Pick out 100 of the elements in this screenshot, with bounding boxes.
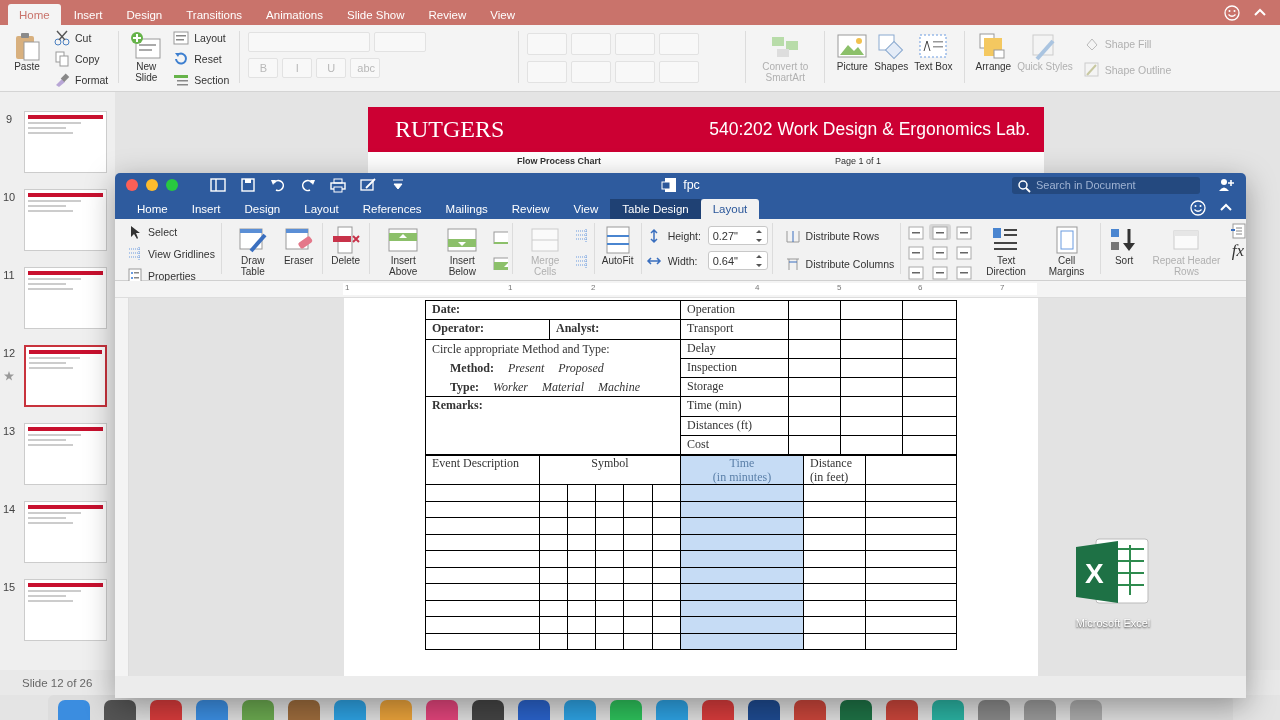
close-button[interactable] — [126, 179, 138, 191]
form-label: Type: — [450, 378, 480, 396]
ruler-number: 2 — [591, 283, 596, 292]
slide-thumbnail[interactable] — [24, 345, 107, 407]
sort-button[interactable]: Sort — [1105, 223, 1144, 268]
align-icon — [932, 246, 949, 260]
slide-tool-button[interactable]: Section — [171, 71, 232, 89]
summary-label: Storage — [687, 379, 724, 394]
ruler-number: 1 — [345, 283, 350, 292]
eraser-button[interactable]: Eraser — [279, 223, 318, 268]
insert-row-icon — [446, 225, 479, 255]
print-icon — [330, 177, 346, 193]
ribbon-tab[interactable]: References — [350, 199, 434, 219]
ribbon-tab[interactable]: Review — [499, 199, 562, 219]
split-icon — [573, 228, 590, 244]
status-text: Slide 12 of 26 — [22, 676, 93, 689]
ribbon-tab[interactable]: View — [561, 199, 611, 219]
type-option: Material — [542, 378, 584, 396]
align-icon — [956, 246, 973, 260]
method-option: Proposed — [558, 359, 604, 377]
draw-button[interactable]: Draw Table — [225, 223, 280, 279]
align-button[interactable] — [929, 224, 952, 240]
zoom-button[interactable] — [166, 179, 178, 191]
new-slide-button[interactable]: New Slide — [127, 29, 166, 85]
undo-icon — [270, 177, 286, 193]
column-header: Time (in minutes) — [712, 456, 772, 485]
ruler-number: 4 — [755, 283, 760, 292]
draw-table-icon — [236, 225, 269, 255]
convert-icon — [1229, 223, 1246, 239]
form-label: Remarks: — [432, 398, 483, 413]
form-label: Operator: — [432, 321, 484, 336]
section-icon — [173, 72, 190, 88]
rows-icon — [784, 228, 801, 244]
columns-icon — [784, 256, 801, 272]
pen-icon — [1083, 62, 1100, 78]
textbox-button[interactable]: Text Box — [911, 29, 956, 74]
slide-number: 9 — [5, 113, 13, 125]
summary-label: Time (min) — [687, 398, 742, 413]
edit-icon — [360, 177, 376, 193]
ribbon-tab[interactable]: Design — [232, 199, 293, 219]
slide-tool-button[interactable]: Reset — [171, 50, 232, 68]
slide-tool-button[interactable]: Layout — [171, 29, 232, 47]
align-icon — [908, 246, 925, 260]
layout-icon — [173, 30, 190, 46]
slide-number: 14 — [2, 503, 16, 515]
table-option-button[interactable]: View Gridlines — [125, 245, 217, 263]
margins-button[interactable]: Cell Margins — [1036, 223, 1097, 279]
paste-button[interactable]: Paste — [8, 29, 46, 74]
summary-label: Distances (ft) — [687, 417, 752, 432]
ribbon-tab[interactable]: Insert — [179, 199, 233, 219]
delete-button[interactable]: Delete — [326, 223, 365, 268]
insert-column-icon — [491, 254, 508, 270]
formula-button[interactable]: fx — [1229, 241, 1246, 261]
distribute-button[interactable]: Distribute Columns — [782, 255, 897, 273]
width-label: Width: — [667, 254, 699, 267]
picture-button[interactable]: Picture — [833, 29, 872, 74]
ribbon-tab[interactable]: Home — [125, 199, 180, 219]
instruction-text: Circle appropriate Method and Type: — [432, 340, 611, 358]
insert-above-button[interactable]: Insert Above — [373, 223, 433, 279]
document-icon — [661, 177, 678, 193]
smiley-icon — [1190, 200, 1206, 216]
clipboard-button[interactable]: Copy — [52, 50, 111, 68]
summary-label: Operation — [687, 302, 735, 316]
ribbon-tab[interactable]: Table Design — [610, 199, 701, 219]
ruler-number: 6 — [918, 283, 923, 292]
reset-icon — [173, 51, 190, 67]
search-icon — [1017, 178, 1031, 193]
distribute-button[interactable]: Distribute Rows — [782, 227, 897, 245]
slide-number: 15 — [2, 581, 16, 593]
course-title: 540:202 Work Design & Ergonomics Lab. — [709, 119, 1030, 140]
type-option: Worker — [493, 378, 528, 396]
search-field[interactable]: Search in Document — [1012, 176, 1200, 194]
ruler-number: 1 — [508, 283, 513, 292]
arrange-button[interactable]: Arrange — [972, 29, 1015, 74]
table-option-button[interactable]: Select — [125, 223, 217, 241]
clipboard-button[interactable]: Format — [52, 71, 111, 89]
ribbon-tab[interactable]: Mailings — [433, 199, 500, 219]
add-person-icon — [1218, 177, 1234, 193]
slide-icon — [130, 31, 163, 61]
height-field[interactable]: 0.27" — [707, 226, 768, 245]
brush-icon — [54, 72, 70, 88]
text-direction-button[interactable]: Text Direction — [975, 223, 1037, 279]
clipboard-button[interactable]: Cut — [52, 29, 111, 47]
ribbon-tab[interactable]: Layout — [292, 199, 351, 219]
ruler-number: 7 — [1000, 283, 1005, 292]
shapes-button[interactable]: Shapes — [871, 29, 912, 74]
autofit-button[interactable]: AutoFit — [598, 223, 637, 268]
gridlines-icon — [127, 246, 143, 262]
sidebar-icon — [210, 177, 226, 193]
type-option: Machine — [598, 378, 640, 396]
ribbon-tab[interactable]: Layout — [700, 199, 760, 219]
summary-label: Transport — [687, 321, 734, 336]
scissors-icon — [54, 30, 70, 46]
slide-number: 13 — [2, 425, 16, 437]
split-icon — [573, 254, 590, 270]
minimize-button[interactable] — [146, 179, 158, 191]
insert-below-button[interactable]: Insert Below — [432, 223, 492, 279]
width-field[interactable]: 0.64" — [707, 251, 768, 270]
copy-icon — [54, 51, 70, 67]
picture-icon — [836, 31, 869, 61]
